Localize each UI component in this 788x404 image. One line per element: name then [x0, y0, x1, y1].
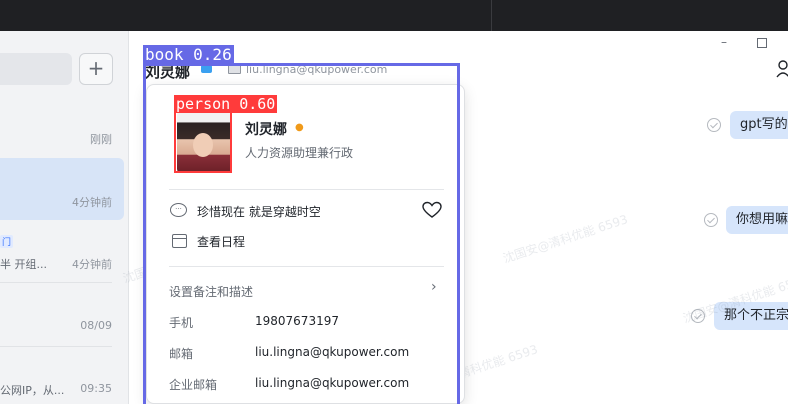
list-divider [0, 346, 112, 347]
chat-list-item[interactable]: 08/09 [0, 301, 124, 363]
chat-time: 09:35 [80, 382, 112, 395]
chat-tag: 门 [0, 235, 14, 248]
message-row: gpt写的 [707, 111, 788, 139]
user-icon[interactable] [776, 59, 788, 79]
detection-label-book: book 0.26 [143, 45, 234, 64]
chat-list-item-active[interactable]: 4分钟前 [0, 158, 124, 220]
message-row: 你想用嘛 [704, 206, 788, 234]
message-bubble[interactable]: 你想用嘛 [726, 206, 788, 234]
message-bubble[interactable]: 那个不正宗 [714, 302, 788, 330]
chat-list-item[interactable]: 公网IP，从... 09:35 [0, 361, 124, 404]
message-bubble[interactable]: gpt写的 [730, 111, 788, 139]
title-bar [0, 0, 788, 31]
chat-time: 4分钟前 [72, 196, 112, 209]
chat-time: 4分钟前 [72, 258, 112, 271]
read-check-icon [691, 309, 705, 323]
title-bar-divider [491, 0, 492, 31]
search-input[interactable] [0, 53, 72, 85]
add-button[interactable]: + [79, 53, 113, 85]
chat-time: 08/09 [80, 319, 112, 332]
chat-time: 刚刚 [90, 133, 112, 146]
read-check-icon [707, 118, 721, 132]
minimize-button[interactable]: – [721, 35, 727, 49]
maximize-button[interactable] [757, 38, 767, 48]
chat-sidebar: + 刚刚 4分钟前 门 半 开组... 4分钟前 08/09 公网IP，从...… [0, 31, 129, 404]
detection-label-person: person 0.60 [174, 95, 278, 113]
list-divider [0, 282, 112, 283]
read-check-icon [704, 213, 718, 227]
chat-preview: 半 开组... [0, 258, 47, 271]
message-row: 那个不正宗 [691, 302, 788, 330]
chat-preview: 公网IP，从... [0, 384, 65, 397]
